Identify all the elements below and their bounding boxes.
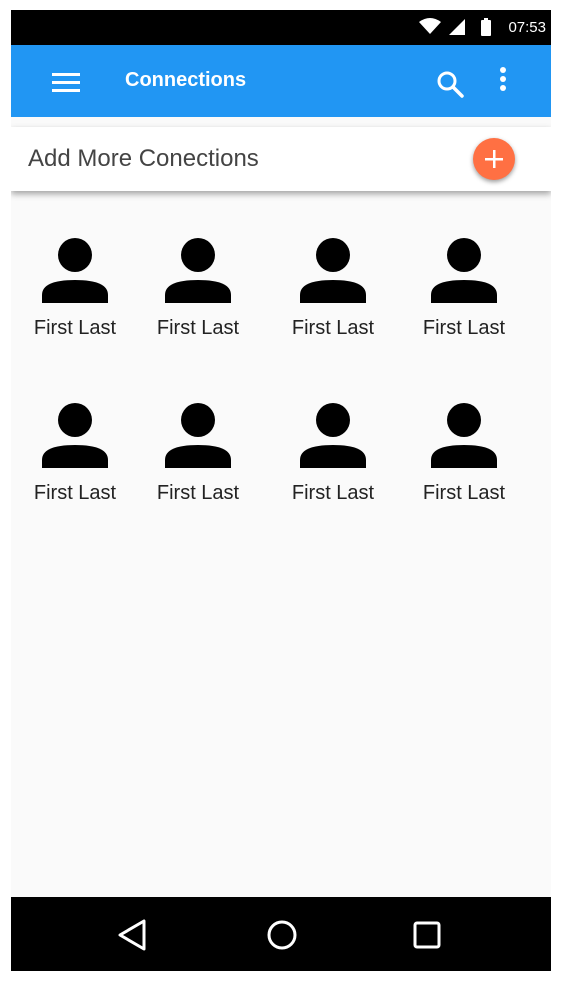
- search-icon: [437, 71, 464, 98]
- contact-item[interactable]: First Last: [273, 238, 393, 340]
- person-icon: [431, 238, 497, 303]
- system-nav-bar: [11, 897, 551, 971]
- home-button[interactable]: [262, 915, 302, 955]
- contact-name: First Last: [422, 482, 506, 504]
- status-time: 07:53: [508, 19, 546, 36]
- status-bar: 07:53: [11, 10, 551, 45]
- more-vert-icon: [500, 67, 506, 91]
- contact-name: First Last: [33, 317, 117, 339]
- page-title: Connections: [125, 69, 247, 91]
- person-icon: [165, 403, 231, 468]
- recents-button[interactable]: [407, 915, 447, 955]
- contact-item[interactable]: First Last: [15, 403, 135, 505]
- more-options-button[interactable]: [493, 65, 513, 99]
- add-connections-label: Add More Conections: [28, 145, 259, 172]
- contact-name: First Last: [291, 482, 375, 504]
- recents-icon: [413, 921, 441, 949]
- person-icon: [42, 403, 108, 468]
- contact-item[interactable]: First Last: [404, 403, 524, 505]
- home-icon: [267, 920, 297, 950]
- contact-item[interactable]: First Last: [404, 238, 524, 340]
- menu-button[interactable]: [51, 71, 81, 95]
- contact-name: First Last: [33, 482, 117, 504]
- contact-name: First Last: [156, 317, 240, 339]
- phone-screen: 07:53 Connections Add More Conections Fi…: [11, 10, 551, 971]
- battery-icon: [481, 18, 491, 36]
- plus-icon: [485, 150, 503, 168]
- person-icon: [300, 238, 366, 303]
- contact-item[interactable]: First Last: [15, 238, 135, 340]
- person-icon: [300, 403, 366, 468]
- add-connections-card[interactable]: Add More Conections: [11, 127, 551, 191]
- contact-item[interactable]: First Last: [138, 238, 258, 340]
- person-icon: [431, 403, 497, 468]
- app-bar: Connections: [11, 45, 551, 117]
- menu-icon: [52, 73, 80, 92]
- contact-name: First Last: [156, 482, 240, 504]
- contact-item[interactable]: First Last: [138, 403, 258, 505]
- add-connection-button[interactable]: [473, 138, 515, 180]
- contact-item[interactable]: First Last: [273, 403, 393, 505]
- back-icon: [118, 919, 146, 951]
- status-icons: [419, 16, 509, 45]
- contact-name: First Last: [291, 317, 375, 339]
- cell-signal-icon: [449, 19, 465, 35]
- search-button[interactable]: [435, 69, 465, 99]
- person-icon: [165, 238, 231, 303]
- back-button[interactable]: [112, 915, 152, 955]
- contact-name: First Last: [422, 317, 506, 339]
- wifi-icon: [419, 18, 441, 34]
- person-icon: [42, 238, 108, 303]
